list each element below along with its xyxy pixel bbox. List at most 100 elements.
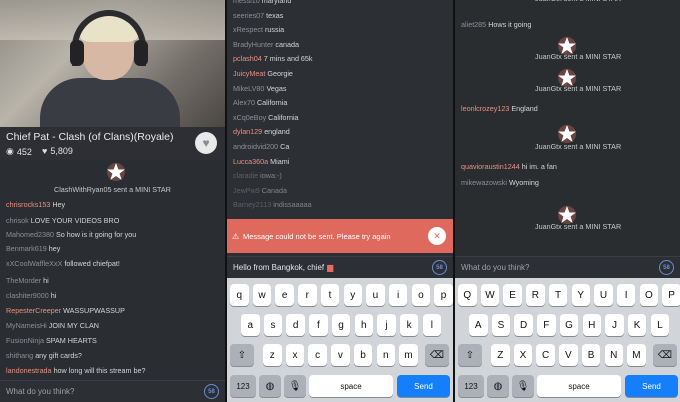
globe-key[interactable]: ◍ [487,375,509,397]
key-r[interactable]: r [298,284,317,306]
key-r[interactable]: R [526,284,545,306]
backspace-key[interactable]: ⌫ [653,344,677,366]
chat-username[interactable]: Lucca360a [233,157,268,166]
key-u[interactable]: U [594,284,613,306]
key-j[interactable]: j [377,314,396,336]
key-x[interactable]: X [513,344,533,366]
key-h[interactable]: H [582,314,601,336]
key-f[interactable]: f [309,314,328,336]
chat-username[interactable]: dylan129 [233,127,262,136]
chat-username[interactable]: MikeLV80 [233,84,264,93]
chat-username[interactable]: pclash04 [233,54,262,63]
key-w[interactable]: w [252,284,272,306]
dictation-key[interactable]: 🎙 [512,375,534,397]
chat-feed[interactable]: ClashWithRyan05 sent a MINI STAR chrisro… [0,160,225,380]
key-s[interactable]: s [263,314,283,336]
key-n[interactable]: N [604,344,623,366]
like-button[interactable]: ♥ [195,132,217,154]
chat-input[interactable]: What do you think? 58 [455,256,680,278]
chat-username[interactable]: JuicyMeat [233,69,265,78]
key-g[interactable]: g [331,314,351,336]
key-k[interactable]: k [399,314,419,336]
key-k[interactable]: K [627,314,647,336]
key-l[interactable]: l [422,314,442,336]
key-m[interactable]: M [627,344,646,366]
key-t[interactable]: t [320,284,340,306]
key-c[interactable]: c [308,344,327,366]
chat-username[interactable]: xXCoolWaffleXxX [6,259,62,268]
key-h[interactable]: h [354,314,373,336]
numbers-key[interactable]: 123 [230,375,256,397]
key-o[interactable]: o [411,284,431,306]
key-u[interactable]: u [366,284,385,306]
key-y[interactable]: Y [571,284,590,306]
chat-username[interactable]: chrisok [6,216,29,225]
key-n[interactable]: n [376,344,395,366]
key-j[interactable]: J [605,314,624,336]
chat-username[interactable]: Mahomed2380 [6,230,54,239]
chat-username[interactable]: clashiter9000 [6,291,49,300]
key-x[interactable]: x [285,344,305,366]
key-b[interactable]: b [353,344,373,366]
video-feed[interactable] [0,0,225,127]
chat-username[interactable]: BradyHunter [233,40,273,49]
key-w[interactable]: W [480,284,500,306]
key-i[interactable]: i [388,284,408,306]
chat-username[interactable]: FusionNinja [6,336,44,345]
key-m[interactable]: m [399,344,418,366]
key-l[interactable]: L [650,314,670,336]
key-z[interactable]: Z [491,344,510,366]
chat-username[interactable]: xCq0eBoy [233,113,266,122]
key-b[interactable]: B [581,344,601,366]
key-i[interactable]: I [616,284,636,306]
key-v[interactable]: v [331,344,350,366]
numbers-key[interactable]: 123 [458,375,484,397]
key-e[interactable]: E [503,284,522,306]
chat-username[interactable]: seeries07 [233,11,264,20]
chat-username[interactable]: MyNameisHi [6,321,47,330]
key-t[interactable]: T [548,284,568,306]
send-button[interactable]: Send [397,375,450,397]
chat-input[interactable]: Hello from Bangkok, chief ▆ 58 [227,256,453,278]
key-c[interactable]: C [536,344,555,366]
chat-username[interactable]: leonlcrozey123 [461,104,509,113]
space-key[interactable]: space [309,375,393,397]
shift-key[interactable]: ⇧ [230,344,254,366]
key-g[interactable]: G [559,314,579,336]
send-button[interactable]: Send [625,375,678,397]
key-p[interactable]: P [662,284,680,306]
key-p[interactable]: p [434,284,453,306]
chat-username[interactable]: aliet285 [461,20,486,29]
key-v[interactable]: V [559,344,578,366]
key-a[interactable]: A [469,314,488,336]
chat-username[interactable]: Benmark619 [6,244,47,253]
chat-username[interactable]: messi10 [233,0,260,5]
chat-username[interactable]: Barney2113 [233,200,271,209]
chat-username[interactable]: JewPw9 [233,186,260,195]
key-s[interactable]: S [491,314,511,336]
dictation-key[interactable]: 🎙 [284,375,306,397]
chat-input[interactable]: What do you think? 58 [0,380,225,402]
key-q[interactable]: q [230,284,249,306]
chat-username[interactable]: mikewazowski [461,178,507,187]
key-a[interactable]: a [241,314,260,336]
chat-username[interactable]: RepesterCreeper [6,306,61,315]
chat-username[interactable]: claradie [233,171,258,180]
close-icon[interactable]: ✕ [428,227,446,245]
send-star-button[interactable]: 58 [659,260,674,275]
globe-key[interactable]: ◍ [259,375,281,397]
shift-key[interactable]: ⇧ [458,344,482,366]
key-z[interactable]: z [263,344,282,366]
key-o[interactable]: O [639,284,659,306]
chat-username[interactable]: shithang [6,351,33,360]
chat-username[interactable]: androidvid200 [233,142,278,151]
key-d[interactable]: d [286,314,305,336]
chat-username[interactable]: chrisrocks153 [6,200,50,209]
send-star-button[interactable]: 58 [432,260,447,275]
key-q[interactable]: Q [458,284,477,306]
chat-username[interactable]: quavioraustin1244 [461,162,520,171]
chat-username[interactable]: landonestrada [6,366,52,375]
backspace-key[interactable]: ⌫ [425,344,449,366]
chat-username[interactable]: Alex70 [233,98,255,107]
chat-username[interactable]: TheMorder [6,276,41,285]
